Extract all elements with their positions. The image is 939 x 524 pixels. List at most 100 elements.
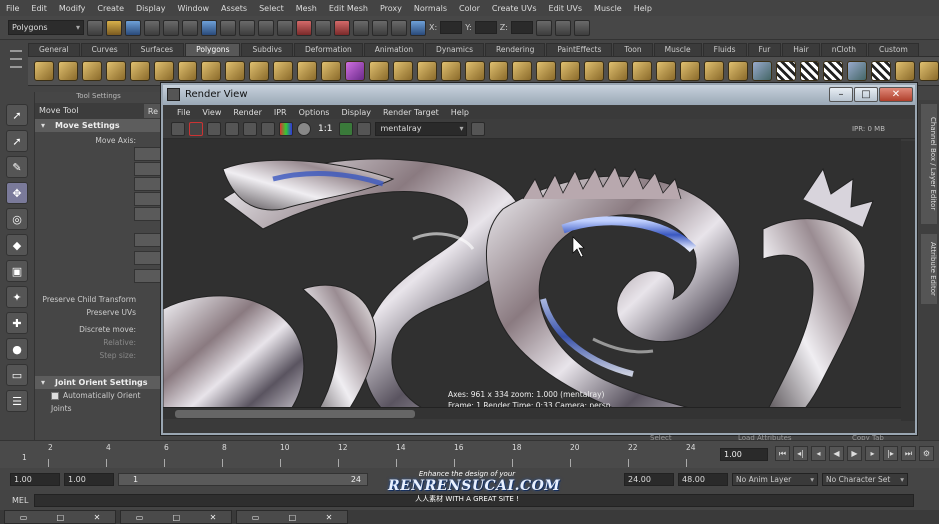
vertical-scrollbar[interactable] <box>901 141 915 421</box>
real-size-button[interactable]: 1:1 <box>315 124 335 134</box>
maximize-icon[interactable]: □ <box>173 513 181 522</box>
snap-point-icon[interactable] <box>258 19 274 36</box>
cylindrical-mapping-icon[interactable] <box>799 61 820 81</box>
poly-cylinder-icon[interactable] <box>81 61 102 81</box>
horizontal-scroll-thumb[interactable] <box>175 410 415 418</box>
shelf-tab-animation[interactable]: Animation <box>363 43 425 56</box>
menu-normals[interactable]: Normals <box>408 4 453 13</box>
rv-menu-ipr[interactable]: IPR <box>268 108 293 117</box>
current-frame-field[interactable]: 1.00 <box>720 448 768 461</box>
poly-prism-icon[interactable] <box>177 61 198 81</box>
render-layer-icon[interactable] <box>471 121 486 136</box>
paint-selection-icon[interactable] <box>919 61 939 81</box>
restore-icon[interactable]: ▭ <box>20 513 28 522</box>
refresh-ipr-icon[interactable] <box>243 121 257 136</box>
lasso-tool-icon[interactable]: ➚ <box>6 130 28 152</box>
duplicate-face-icon[interactable] <box>679 61 700 81</box>
axis-option-2[interactable] <box>134 162 162 176</box>
layout-single-icon[interactable]: ▭ <box>6 364 28 386</box>
poly-sphere-icon[interactable] <box>34 61 54 81</box>
animation-preferences-icon[interactable]: ⚙ <box>919 446 934 461</box>
minimized-window-3[interactable]: ▭ □ ✕ <box>236 510 348 524</box>
merge-vertices-icon[interactable] <box>703 61 724 81</box>
menu-proxy[interactable]: Proxy <box>374 4 408 13</box>
axis-option-5[interactable] <box>134 207 162 221</box>
restore-icon[interactable]: ▭ <box>136 513 144 522</box>
poly-helix-icon[interactable] <box>225 61 246 81</box>
offset-edge-loop-icon[interactable] <box>536 61 557 81</box>
poly-cube-icon[interactable] <box>57 61 78 81</box>
character-set-dropdown[interactable]: No Character Set <box>822 472 908 486</box>
menu-create-uvs[interactable]: Create UVs <box>486 4 543 13</box>
mel-label[interactable]: MEL <box>12 496 28 505</box>
shelf-grip-icon[interactable] <box>8 44 24 84</box>
horizontal-scrollbar[interactable] <box>163 407 901 419</box>
input-line-icon[interactable] <box>410 19 426 36</box>
go-to-end-icon[interactable]: ⏭ <box>901 446 916 461</box>
axis-option-3[interactable] <box>134 177 162 191</box>
wedge-icon[interactable] <box>632 61 652 81</box>
bool-difference-icon[interactable] <box>392 61 413 81</box>
select-hierarchy-icon[interactable] <box>144 19 160 36</box>
rgb-channel-icon[interactable] <box>279 121 293 136</box>
anim-layer-dropdown[interactable]: No Anim Layer <box>732 472 818 486</box>
menu-edit[interactable]: Edit <box>25 4 53 13</box>
rv-menu-options[interactable]: Options <box>293 108 336 117</box>
select-object-icon[interactable] <box>163 19 179 36</box>
separate-icon[interactable] <box>297 61 318 81</box>
shelf-tab-subdivs[interactable]: Subdivs <box>241 43 293 56</box>
menu-muscle[interactable]: Muscle <box>588 4 628 13</box>
shelf-tab-fur[interactable]: Fur <box>747 43 782 56</box>
rv-menu-render[interactable]: Render <box>227 108 267 117</box>
snap-plane-icon[interactable] <box>277 19 293 36</box>
split-polygon-icon[interactable] <box>488 61 509 81</box>
scale-tool-icon[interactable]: ◆ <box>6 234 28 256</box>
render-image[interactable]: Axes: 961 x 334 zoom: 1.000 (mentalray) … <box>163 139 901 419</box>
render-frame-icon[interactable] <box>334 19 350 36</box>
menu-create[interactable]: Create <box>91 4 130 13</box>
rotate-tool-icon[interactable]: ◎ <box>6 208 28 230</box>
shelf-tab-polygons[interactable]: Polygons <box>185 43 241 56</box>
shelf-tab-rendering[interactable]: Rendering <box>485 43 546 56</box>
spherical-mapping-icon[interactable] <box>823 61 844 81</box>
reduce-icon[interactable] <box>751 61 772 81</box>
menu-mesh[interactable]: Mesh <box>290 4 323 13</box>
soft-modification-icon[interactable]: ✦ <box>6 286 28 308</box>
menu-select[interactable]: Select <box>253 4 290 13</box>
x-field[interactable] <box>440 21 463 34</box>
step-forward-key-icon[interactable]: |▸ <box>883 446 898 461</box>
close-icon[interactable]: ✕ <box>326 513 333 522</box>
anim-start-field[interactable]: 1.00 <box>64 472 114 486</box>
poly-pipe-icon[interactable] <box>201 61 222 81</box>
minimize-icon[interactable]: – <box>829 87 853 102</box>
shelf-tab-curves[interactable]: Curves <box>80 43 129 56</box>
menu-display[interactable]: Display <box>130 4 172 13</box>
save-scene-icon[interactable] <box>125 19 141 36</box>
paint-select-tool-icon[interactable]: ✎ <box>6 156 28 178</box>
move-settings-header[interactable]: Move Settings <box>35 119 162 132</box>
open-scene-icon[interactable] <box>106 19 122 36</box>
menu-help[interactable]: Help <box>628 4 658 13</box>
menu-edit-uvs[interactable]: Edit UVs <box>543 4 589 13</box>
menu-file[interactable]: File <box>0 4 25 13</box>
sidebar-toggle-icon[interactable] <box>535 19 552 36</box>
remove-image-icon[interactable] <box>357 121 372 136</box>
minimized-window-1[interactable]: ▭ □ ✕ <box>4 510 116 524</box>
select-component-icon[interactable] <box>182 19 198 36</box>
menu-set-dropdown[interactable]: Polygons <box>8 20 84 35</box>
shelf-tab-general[interactable]: General <box>28 43 80 56</box>
set-button-1[interactable] <box>134 233 162 247</box>
soccer-ball-icon[interactable] <box>249 61 270 81</box>
tab-channel-box[interactable]: Channel Box / Layer Editor <box>921 104 937 224</box>
bool-union-icon[interactable] <box>368 61 389 81</box>
rv-menu-help[interactable]: Help <box>445 108 475 117</box>
insert-edge-loop-icon[interactable] <box>512 61 533 81</box>
extrude-icon[interactable] <box>560 61 581 81</box>
hypershade-icon[interactable] <box>391 19 407 36</box>
keep-image-icon[interactable] <box>339 121 354 136</box>
uv-texture-editor-icon[interactable] <box>871 61 892 81</box>
snap-grid-icon[interactable] <box>220 19 236 36</box>
maximize-icon[interactable]: □ <box>289 513 297 522</box>
alpha-channel-icon[interactable] <box>297 121 311 136</box>
append-polygon-icon[interactable] <box>464 61 485 81</box>
